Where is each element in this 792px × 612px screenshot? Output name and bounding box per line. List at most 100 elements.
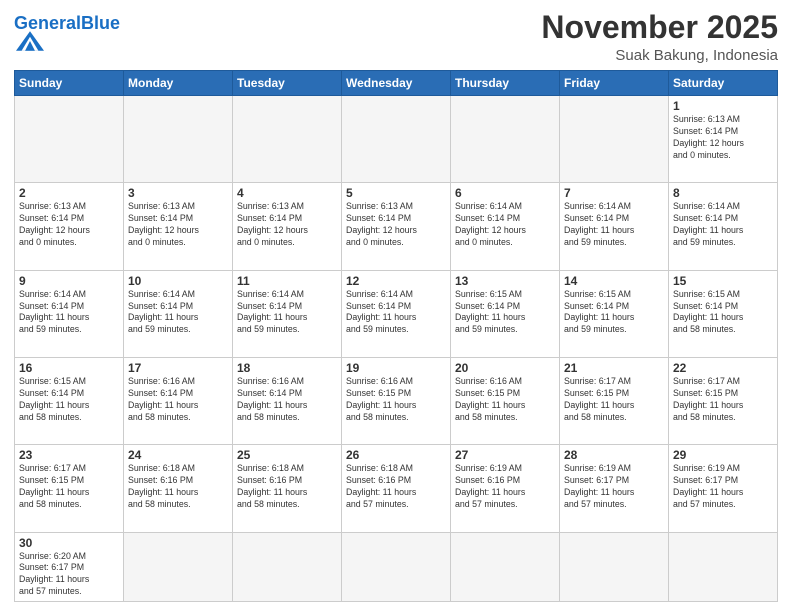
table-cell: 26Sunrise: 6:18 AM Sunset: 6:16 PM Dayli… [342, 445, 451, 532]
table-cell: 3Sunrise: 6:13 AM Sunset: 6:14 PM Daylig… [124, 183, 233, 270]
table-cell: 20Sunrise: 6:16 AM Sunset: 6:15 PM Dayli… [451, 357, 560, 444]
day-number: 24 [128, 448, 228, 462]
day-number: 28 [564, 448, 664, 462]
table-cell: 22Sunrise: 6:17 AM Sunset: 6:15 PM Dayli… [669, 357, 778, 444]
table-cell: 12Sunrise: 6:14 AM Sunset: 6:14 PM Dayli… [342, 270, 451, 357]
day-info: Sunrise: 6:18 AM Sunset: 6:16 PM Dayligh… [128, 463, 228, 511]
day-info: Sunrise: 6:19 AM Sunset: 6:17 PM Dayligh… [564, 463, 664, 511]
table-cell [233, 96, 342, 183]
col-wednesday: Wednesday [342, 71, 451, 96]
day-number: 17 [128, 361, 228, 375]
day-info: Sunrise: 6:19 AM Sunset: 6:16 PM Dayligh… [455, 463, 555, 511]
table-cell: 24Sunrise: 6:18 AM Sunset: 6:16 PM Dayli… [124, 445, 233, 532]
table-cell: 16Sunrise: 6:15 AM Sunset: 6:14 PM Dayli… [15, 357, 124, 444]
table-cell: 30Sunrise: 6:20 AM Sunset: 6:17 PM Dayli… [15, 532, 124, 602]
day-info: Sunrise: 6:15 AM Sunset: 6:14 PM Dayligh… [673, 289, 773, 337]
day-info: Sunrise: 6:14 AM Sunset: 6:14 PM Dayligh… [564, 201, 664, 249]
day-number: 15 [673, 274, 773, 288]
calendar: Sunday Monday Tuesday Wednesday Thursday… [14, 70, 778, 602]
day-number: 20 [455, 361, 555, 375]
day-info: Sunrise: 6:14 AM Sunset: 6:14 PM Dayligh… [237, 289, 337, 337]
header: GeneralBlue November 2025 Suak Bakung, I… [14, 10, 778, 64]
table-cell: 19Sunrise: 6:16 AM Sunset: 6:15 PM Dayli… [342, 357, 451, 444]
table-cell: 11Sunrise: 6:14 AM Sunset: 6:14 PM Dayli… [233, 270, 342, 357]
table-cell: 2Sunrise: 6:13 AM Sunset: 6:14 PM Daylig… [15, 183, 124, 270]
table-cell: 4Sunrise: 6:13 AM Sunset: 6:14 PM Daylig… [233, 183, 342, 270]
day-info: Sunrise: 6:18 AM Sunset: 6:16 PM Dayligh… [237, 463, 337, 511]
location-title: Suak Bakung, Indonesia [541, 47, 778, 64]
day-info: Sunrise: 6:16 AM Sunset: 6:14 PM Dayligh… [128, 376, 228, 424]
table-cell: 23Sunrise: 6:17 AM Sunset: 6:15 PM Dayli… [15, 445, 124, 532]
table-cell: 6Sunrise: 6:14 AM Sunset: 6:14 PM Daylig… [451, 183, 560, 270]
col-friday: Friday [560, 71, 669, 96]
day-number: 11 [237, 274, 337, 288]
day-info: Sunrise: 6:13 AM Sunset: 6:14 PM Dayligh… [346, 201, 446, 249]
day-number: 27 [455, 448, 555, 462]
table-cell: 10Sunrise: 6:14 AM Sunset: 6:14 PM Dayli… [124, 270, 233, 357]
table-cell [669, 532, 778, 602]
day-number: 18 [237, 361, 337, 375]
day-info: Sunrise: 6:17 AM Sunset: 6:15 PM Dayligh… [673, 376, 773, 424]
table-cell: 18Sunrise: 6:16 AM Sunset: 6:14 PM Dayli… [233, 357, 342, 444]
table-cell [124, 532, 233, 602]
day-number: 3 [128, 186, 228, 200]
day-number: 16 [19, 361, 119, 375]
col-saturday: Saturday [669, 71, 778, 96]
col-thursday: Thursday [451, 71, 560, 96]
table-cell: 7Sunrise: 6:14 AM Sunset: 6:14 PM Daylig… [560, 183, 669, 270]
day-number: 12 [346, 274, 446, 288]
calendar-header-row: Sunday Monday Tuesday Wednesday Thursday… [15, 71, 778, 96]
day-number: 23 [19, 448, 119, 462]
day-info: Sunrise: 6:20 AM Sunset: 6:17 PM Dayligh… [19, 551, 119, 599]
col-sunday: Sunday [15, 71, 124, 96]
table-cell: 28Sunrise: 6:19 AM Sunset: 6:17 PM Dayli… [560, 445, 669, 532]
table-cell: 27Sunrise: 6:19 AM Sunset: 6:16 PM Dayli… [451, 445, 560, 532]
day-number: 29 [673, 448, 773, 462]
day-info: Sunrise: 6:13 AM Sunset: 6:14 PM Dayligh… [128, 201, 228, 249]
logo: GeneralBlue [14, 14, 120, 57]
day-number: 7 [564, 186, 664, 200]
month-title: November 2025 [541, 10, 778, 45]
day-info: Sunrise: 6:16 AM Sunset: 6:14 PM Dayligh… [237, 376, 337, 424]
table-cell [233, 532, 342, 602]
day-info: Sunrise: 6:14 AM Sunset: 6:14 PM Dayligh… [128, 289, 228, 337]
table-cell [560, 532, 669, 602]
day-number: 19 [346, 361, 446, 375]
day-info: Sunrise: 6:14 AM Sunset: 6:14 PM Dayligh… [19, 289, 119, 337]
day-number: 26 [346, 448, 446, 462]
table-cell [451, 96, 560, 183]
table-cell: 15Sunrise: 6:15 AM Sunset: 6:14 PM Dayli… [669, 270, 778, 357]
day-number: 2 [19, 186, 119, 200]
day-number: 6 [455, 186, 555, 200]
day-number: 9 [19, 274, 119, 288]
day-number: 14 [564, 274, 664, 288]
table-cell: 21Sunrise: 6:17 AM Sunset: 6:15 PM Dayli… [560, 357, 669, 444]
day-info: Sunrise: 6:17 AM Sunset: 6:15 PM Dayligh… [19, 463, 119, 511]
day-info: Sunrise: 6:17 AM Sunset: 6:15 PM Dayligh… [564, 376, 664, 424]
day-number: 22 [673, 361, 773, 375]
day-info: Sunrise: 6:14 AM Sunset: 6:14 PM Dayligh… [455, 201, 555, 249]
day-number: 8 [673, 186, 773, 200]
day-number: 25 [237, 448, 337, 462]
table-cell: 9Sunrise: 6:14 AM Sunset: 6:14 PM Daylig… [15, 270, 124, 357]
table-cell: 29Sunrise: 6:19 AM Sunset: 6:17 PM Dayli… [669, 445, 778, 532]
day-info: Sunrise: 6:16 AM Sunset: 6:15 PM Dayligh… [455, 376, 555, 424]
day-info: Sunrise: 6:13 AM Sunset: 6:14 PM Dayligh… [19, 201, 119, 249]
day-number: 21 [564, 361, 664, 375]
day-number: 13 [455, 274, 555, 288]
day-info: Sunrise: 6:14 AM Sunset: 6:14 PM Dayligh… [673, 201, 773, 249]
table-cell: 1Sunrise: 6:13 AM Sunset: 6:14 PM Daylig… [669, 96, 778, 183]
col-tuesday: Tuesday [233, 71, 342, 96]
table-cell: 17Sunrise: 6:16 AM Sunset: 6:14 PM Dayli… [124, 357, 233, 444]
day-info: Sunrise: 6:13 AM Sunset: 6:14 PM Dayligh… [673, 114, 773, 162]
table-cell [342, 532, 451, 602]
day-number: 4 [237, 186, 337, 200]
table-cell: 14Sunrise: 6:15 AM Sunset: 6:14 PM Dayli… [560, 270, 669, 357]
day-info: Sunrise: 6:18 AM Sunset: 6:16 PM Dayligh… [346, 463, 446, 511]
day-info: Sunrise: 6:14 AM Sunset: 6:14 PM Dayligh… [346, 289, 446, 337]
day-info: Sunrise: 6:16 AM Sunset: 6:15 PM Dayligh… [346, 376, 446, 424]
logo-blue: Blue [81, 13, 120, 33]
day-number: 10 [128, 274, 228, 288]
day-number: 30 [19, 536, 119, 550]
table-cell [560, 96, 669, 183]
